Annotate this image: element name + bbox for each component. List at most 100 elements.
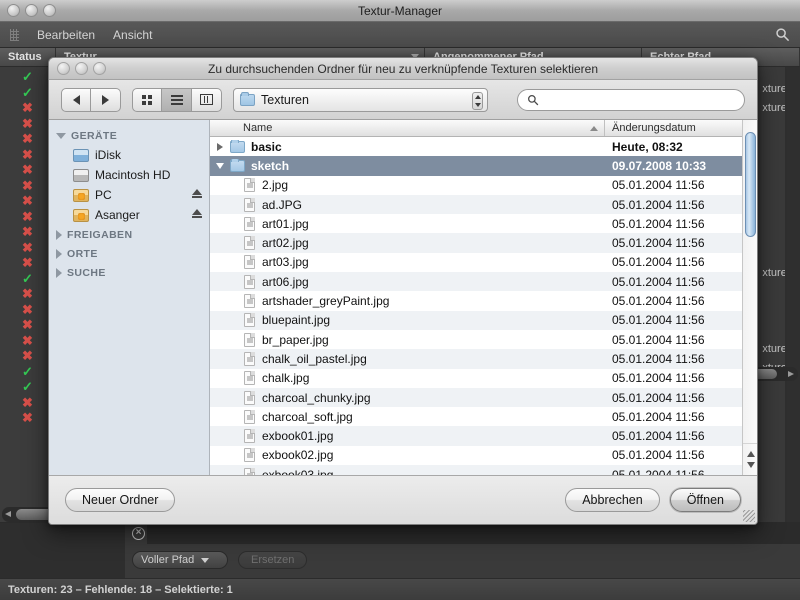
zoom-button[interactable]: [93, 62, 106, 75]
zoom-button[interactable]: [43, 4, 56, 17]
disclosure-closed-icon[interactable]: [210, 142, 230, 151]
back-arrow-icon[interactable]: [61, 87, 91, 112]
disclosure-open-icon[interactable]: [210, 162, 230, 169]
table-row[interactable]: charcoal_chunky.jpg 05.01.2004 11:56: [210, 387, 742, 408]
table-row[interactable]: ad.JPG 05.01.2004 11:56: [210, 194, 742, 215]
app-vertical-scrollbar[interactable]: [785, 67, 800, 522]
table-row[interactable]: bluepaint.jpg 05.01.2004 11:56: [210, 310, 742, 330]
chevron-down-icon[interactable]: [56, 133, 66, 139]
folder-stepper-icon[interactable]: [472, 91, 483, 110]
status-missing-icon: ✖: [22, 410, 33, 426]
search-icon[interactable]: [775, 27, 790, 42]
menu-item-ansicht[interactable]: Ansicht: [113, 28, 152, 42]
table-row[interactable]: art06.jpg 05.01.2004 11:56: [210, 272, 742, 292]
file-name-label: charcoal_soft.jpg: [262, 409, 353, 424]
image-file-icon: [244, 255, 255, 270]
file-name-label: exbook01.jpg: [262, 429, 334, 444]
window-traffic-lights[interactable]: [7, 4, 56, 17]
sidebar-group-freigaben[interactable]: FREIGABEN: [49, 225, 209, 244]
dialog-traffic-lights[interactable]: [57, 62, 106, 75]
table-row[interactable]: art02.jpg 05.01.2004 11:56: [210, 233, 742, 253]
navigation-buttons[interactable]: [61, 87, 121, 112]
table-row[interactable]: art03.jpg 05.01.2004 11:56: [210, 252, 742, 273]
sidebar-item-idisk[interactable]: iDisk: [49, 145, 209, 165]
table-row[interactable]: exbook01.jpg 05.01.2004 11:56: [210, 426, 742, 446]
sidebar-item-macintosh-hd[interactable]: Macintosh HD: [49, 165, 209, 185]
minimize-button[interactable]: [25, 4, 38, 17]
file-date-label: Heute, 08:32: [612, 139, 683, 154]
status-missing-icon: ✖: [22, 208, 33, 224]
sidebar-group-orte[interactable]: ORTE: [49, 244, 209, 263]
open-button[interactable]: Öffnen: [669, 488, 741, 512]
search-input[interactable]: [543, 92, 735, 107]
sidebar-item-pc[interactable]: PC: [49, 185, 209, 205]
menu-item-bearbeiten[interactable]: Bearbeiten: [37, 28, 95, 42]
table-row[interactable]: chalk_oil_pastel.jpg 05.01.2004 11:56: [210, 349, 742, 369]
sidebar-group-geräte[interactable]: GERÄTE: [49, 126, 209, 145]
chevron-right-icon[interactable]: [56, 249, 62, 259]
ersetzen-button[interactable]: Ersetzen: [238, 551, 308, 569]
status-missing-icon: ✖: [22, 348, 33, 364]
table-row[interactable]: br_paper.jpg 05.01.2004 11:56: [210, 329, 742, 350]
scroll-right-icon[interactable]: [788, 371, 794, 377]
chevron-right-icon[interactable]: [56, 230, 62, 240]
image-file-icon: [244, 390, 255, 405]
folder-icon: [230, 139, 245, 153]
dialog-title: Zu durchsuchenden Ordner für neu zu verk…: [207, 61, 599, 76]
new-folder-button[interactable]: Neuer Ordner: [65, 488, 176, 512]
file-list-rows: basic Heute, 08:32 sketch 09.07.2008 10:33 2…: [210, 137, 742, 475]
sidebar-item-asanger[interactable]: Asanger: [49, 205, 209, 225]
table-row[interactable]: charcoal_soft.jpg 05.01.2004 11:56: [210, 407, 742, 427]
toolbar-grip-icon[interactable]: [10, 28, 19, 41]
scroll-left-icon[interactable]: [5, 511, 11, 517]
cancel-button[interactable]: Abbrechen: [565, 488, 660, 512]
image-file-icon: [244, 429, 255, 444]
list-view-icon[interactable]: [162, 87, 192, 112]
column-header-date[interactable]: Änderungsdatum: [605, 120, 742, 136]
file-date-label: 05.01.2004 11:56: [612, 294, 705, 309]
icon-view-icon[interactable]: [132, 87, 162, 112]
table-row[interactable]: sketch 09.07.2008 10:33: [210, 156, 742, 176]
table-row[interactable]: chalk.jpg 05.01.2004 11:56: [210, 368, 742, 388]
app-title: Textur-Manager: [357, 3, 443, 18]
table-row[interactable]: art01.jpg 05.01.2004 11:56: [210, 214, 742, 234]
scroll-up-icon[interactable]: [746, 451, 755, 457]
forward-arrow-icon[interactable]: [91, 87, 121, 112]
table-row[interactable]: 2.jpg 05.01.2004 11:56: [210, 175, 742, 195]
path-mode-dropdown[interactable]: Voller Pfad: [132, 551, 228, 569]
table-row[interactable]: artshader_greyPaint.jpg 05.01.2004 11:56: [210, 291, 742, 311]
sidebar-group-suche[interactable]: SUCHE: [49, 263, 209, 282]
status-missing-icon: ✖: [22, 146, 33, 162]
footer-action-buttons: Abbrechen Öffnen: [565, 488, 741, 512]
folder-icon: [240, 91, 255, 106]
column-header-name[interactable]: Name: [210, 120, 605, 136]
clear-circle-icon[interactable]: ×: [132, 527, 145, 540]
file-date-label: 05.01.2004 11:56: [612, 313, 705, 328]
table-row[interactable]: exbook02.jpg 05.01.2004 11:56: [210, 445, 742, 466]
chevron-right-icon[interactable]: [56, 268, 62, 278]
close-button[interactable]: [7, 4, 20, 17]
view-mode-buttons[interactable]: [132, 87, 222, 112]
column-view-icon[interactable]: [192, 87, 222, 112]
status-missing-icon: ✖: [22, 131, 33, 147]
eject-icon[interactable]: [192, 189, 202, 198]
current-folder-dropdown[interactable]: Texturen: [233, 87, 488, 112]
close-button[interactable]: [57, 62, 70, 75]
status-bar-text: Texturen: 23 – Fehlende: 18 – Selektiert…: [8, 583, 233, 596]
search-field[interactable]: [517, 88, 745, 111]
scroll-down-icon[interactable]: [746, 462, 755, 468]
file-list-scrollbar[interactable]: [742, 120, 757, 475]
scrollbar-arrows[interactable]: [743, 443, 757, 475]
file-date-label: 05.01.2004 11:56: [612, 448, 705, 463]
eject-icon[interactable]: [192, 209, 202, 218]
table-row[interactable]: basic Heute, 08:32: [210, 137, 742, 157]
scrollbar-thumb[interactable]: [745, 132, 756, 237]
external-drive-icon: [73, 188, 89, 202]
status-missing-icon: ✖: [22, 193, 33, 209]
table-row[interactable]: exbook03.jpg 05.01.2004 11:56: [210, 465, 742, 475]
status-ok-icon: ✓: [22, 84, 33, 100]
sidebar-group-label: FREIGABEN: [67, 229, 133, 241]
sidebar-group-label: ORTE: [67, 248, 98, 260]
minimize-button[interactable]: [75, 62, 88, 75]
resize-grip-icon[interactable]: [743, 510, 755, 522]
